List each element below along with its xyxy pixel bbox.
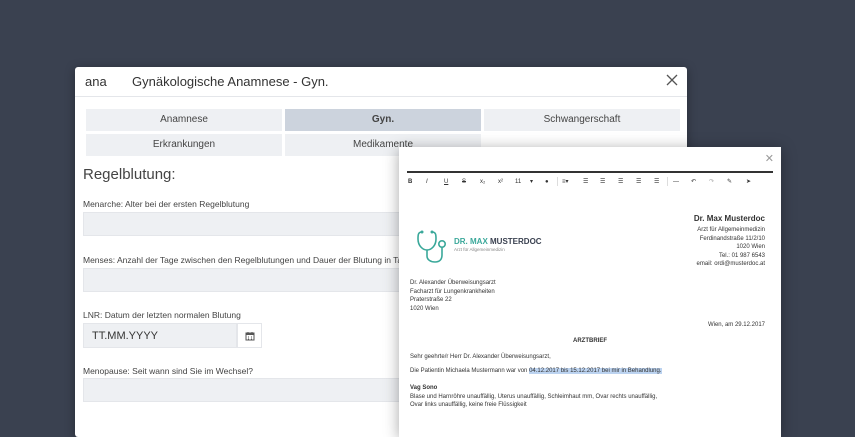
menopause-input[interactable] [83,378,413,402]
recipient-line: Facharzt für Lungenkrankheiten [410,288,495,295]
calendar-icon [245,331,254,340]
toolbar-separator [557,177,558,186]
chevron-down-icon[interactable]: ▾ [530,177,533,187]
undo-icon[interactable]: ↶ [691,177,696,187]
outdent-button[interactable]: ☰ [618,177,623,187]
letter-editor: ✕ B I U S x₂ x² 11 ▾ ● ≡▾ ☰ ☰ ☰ ☰ ☰ — ↶ … [399,147,781,437]
section-title: Regelblutung: [83,166,176,183]
horizontal-rule-button[interactable]: — [673,177,679,187]
body-text: Die Patientin Michaela Mustermann war vo… [410,368,528,374]
toolbar-separator [667,177,668,186]
italic-button[interactable]: I [426,177,428,187]
letter-section: Vag Sono [410,385,438,391]
letter-finding: Ovar links unauffällig, keine freie Flüs… [410,402,527,408]
underline-button[interactable]: U [444,177,448,187]
text-color-button[interactable]: ● [545,177,549,187]
sender-name: Dr. Max Musterdoc [693,214,765,223]
sender-line: Tel.: 01 987 6543 [718,252,765,259]
strikethrough-button[interactable]: S [462,177,466,187]
recipient-line: Praterstraße 22 [410,297,452,303]
letter-salutation: Sehr geehrte/r Herr Dr. Alexander Überwe… [410,354,551,360]
letter-body: Die Patientin Michaela Mustermann war vo… [410,367,662,376]
selected-text[interactable]: 04.12.2017 bis 15.12.2017 bei mir in Beh… [529,368,662,374]
logo-name: DR. MAX MUSTERDOC [454,237,542,246]
sender-line: Arzt für Allgemeinmedizin [697,227,765,233]
close-icon[interactable]: ✕ [765,152,774,165]
logo-subtitle: Arzt für Allgemeinmedizin [454,247,505,252]
letter-subject: ARZTBRIEF [573,338,607,344]
align-button[interactable]: ≡▾ [562,177,569,187]
superscript-button[interactable]: x² [498,177,503,187]
toolbar-divider [407,171,773,173]
indent-button[interactable]: ☰ [636,177,641,187]
ordered-list-button[interactable]: ☰ [583,177,588,187]
recipient-line: Dr. Alexander Überweisungsarzt [410,280,496,286]
stethoscope-icon [417,230,446,263]
sender-email: email: ordi@musterdoc.at [696,261,765,267]
menses-label: Menses: Anzahl der Tage zwischen den Reg… [83,255,417,265]
lnr-label: LNR: Datum der letzten normalen Blutung [83,310,241,320]
window-title: Gynäkologische Anamnese - Gyn. [132,74,329,89]
tab-erkrankungen[interactable]: Erkrankungen [86,134,282,156]
recipient-line: 1020 Wien [410,305,439,312]
menarche-label: Menarche: Alter bei der ersten Regelblut… [83,199,250,209]
sender-line: 1020 Wien [736,244,765,250]
calendar-button[interactable] [237,323,262,348]
unordered-list-button[interactable]: ☰ [600,177,605,187]
subscript-button[interactable]: x₂ [480,177,485,187]
window-code: ana [85,74,107,89]
sender-line: Ferdinandstraße 11/2/10 [699,235,765,242]
redo-icon[interactable]: ↷ [709,177,714,187]
table-button[interactable]: ☰ [654,177,659,187]
bold-button[interactable]: B [408,177,412,187]
menarche-input[interactable] [83,212,413,236]
logo-name-first: DR. MAX [454,237,488,246]
logo-name-last: MUSTERDOC [490,237,542,246]
tab-anamnese[interactable]: Anamnese [86,109,282,131]
tab-schwangerschaft[interactable]: Schwangerschaft [484,109,680,131]
letter-finding: Blase und Harnröhre unauffällig, Uterus … [410,393,658,400]
tab-gyn[interactable]: Gyn. [285,109,481,131]
lnr-date-input[interactable]: TT.MM.YYYY [83,323,237,348]
font-size-select[interactable]: 11 [515,177,521,187]
pointer-icon[interactable]: ➤ [746,177,751,187]
menses-input[interactable] [83,268,413,292]
letter-date: Wien, am 29.12.2017 [707,322,765,328]
close-icon[interactable] [665,73,679,87]
menopause-label: Menopause: Seit wann sind Sie im Wechsel… [83,366,253,376]
window-header: ana Gynäkologische Anamnese - Gyn. [75,67,687,97]
eraser-icon[interactable]: ✎ [727,177,732,187]
